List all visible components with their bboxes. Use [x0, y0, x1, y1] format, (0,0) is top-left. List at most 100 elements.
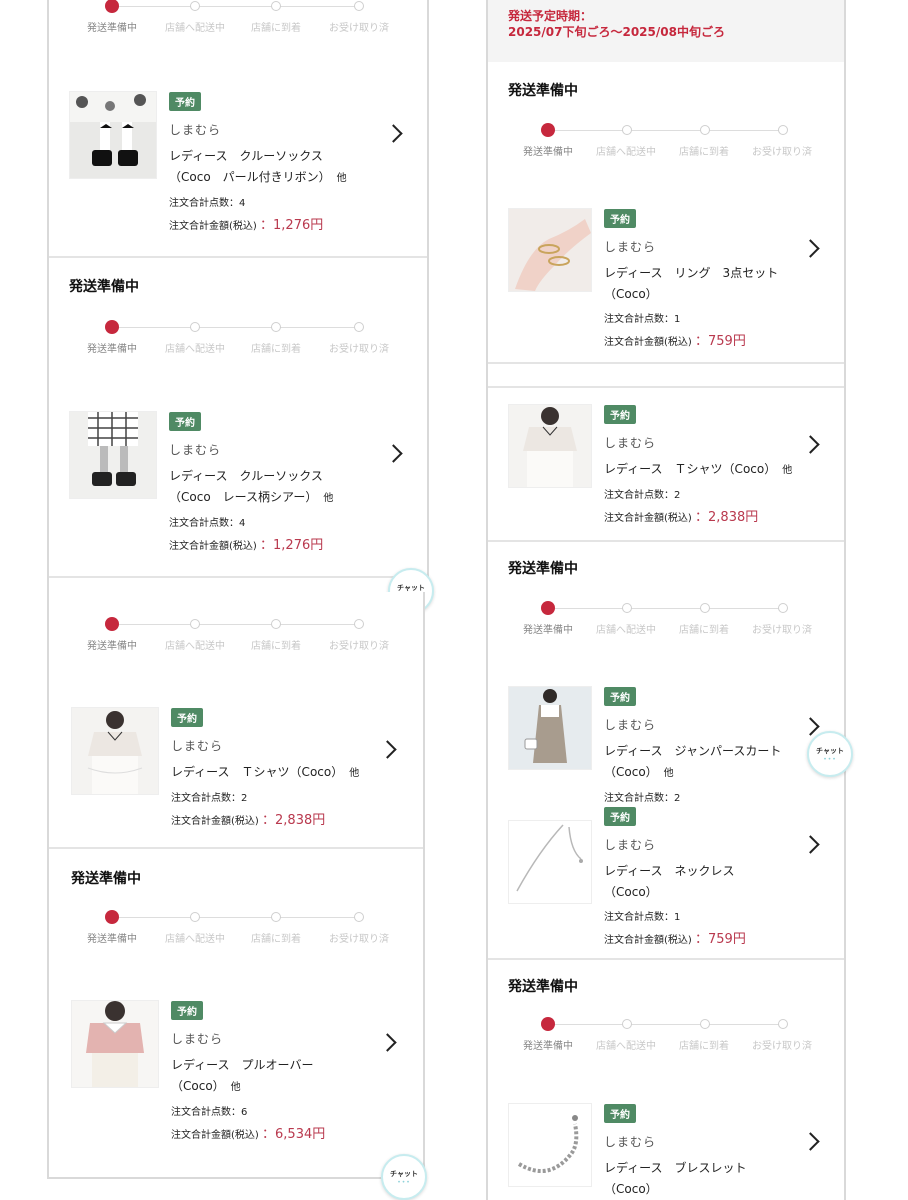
step-dot — [354, 322, 364, 332]
order-meta: 注文合計点数：6 注文合計金額(税込) ：6,534円 — [171, 1107, 326, 1142]
order-item[interactable]: 予約 しまむら レディース Ｔシャツ（Coco）他 注文合計点数：2 注文合計金… — [508, 404, 828, 529]
step-dot — [354, 1, 364, 11]
order-meta: 注文合計点数：2 注文合計金額(税込) ：2,838円 — [171, 793, 326, 828]
step-label: 発送準備中 — [87, 23, 137, 34]
item-count: 1 — [674, 314, 681, 325]
product-name: レディース ジャンパースカート （Coco）他 — [604, 744, 782, 779]
step-label: 店舗へ配送中 — [596, 625, 656, 636]
status-tracker: 発送準備中 店舗へ配送中 店舗に到着 お受け取り済 — [69, 908, 399, 948]
step-dot-active — [541, 123, 555, 137]
shop-name: しまむら — [604, 838, 657, 852]
order-item[interactable]: 予約 しまむら レディース Ｔシャツ（Coco）他 注文合計点数：2 注文合計金… — [71, 707, 411, 847]
step-label: お受け取り済 — [329, 23, 389, 34]
step-label: 店舗へ配送中 — [596, 1041, 656, 1052]
chat-button[interactable]: チャット ••• — [381, 1154, 427, 1200]
status-title: 発送準備中 — [508, 979, 578, 995]
shop-name: しまむら — [169, 123, 222, 137]
product-image-socks-lace — [69, 411, 157, 499]
step-dot — [700, 125, 710, 135]
step-label: 店舗に到着 — [251, 344, 301, 355]
step-label: 店舗に到着 — [679, 147, 729, 158]
item-count: 1 — [674, 912, 681, 923]
shop-name: しまむら — [604, 718, 657, 732]
order-item[interactable]: 予約 しまむら レディース プルオーバー （Coco）他 注文合計点数：6 注文合… — [71, 1000, 411, 1160]
step-label: 発送準備中 — [523, 625, 573, 636]
status-tracker: 発送準備中 店舗へ配送中 店舗に到着 お受け取り済 — [508, 1015, 828, 1055]
shop-name: しまむら — [604, 436, 657, 450]
step-label: 店舗に到着 — [251, 934, 301, 945]
total-amount: ：759円 — [695, 334, 746, 349]
step-label: 店舗へ配送中 — [165, 641, 225, 652]
step-dot — [271, 912, 281, 922]
step-dot-active — [105, 0, 119, 13]
product-name: レディース ブレスレット （Coco） — [604, 1161, 747, 1196]
status-tracker: 発送準備中 店舗へ配送中 店舗に到着 お受け取り済 — [508, 121, 828, 161]
step-label: お受け取り済 — [752, 147, 812, 158]
step-dot-active — [105, 910, 119, 924]
order-meta: 注文合計点数：2 注文合計金額(税込) ：2,838円 — [604, 490, 759, 525]
step-dot-active — [541, 601, 555, 615]
order-item[interactable]: 予約 しまむら レディース ネックレス （Coco） 注文合計点数：1 注文合計金… — [508, 806, 828, 947]
step-label: 店舗へ配送中 — [165, 934, 225, 945]
step-dot — [190, 322, 200, 332]
reservation-badge: 予約 — [604, 405, 636, 424]
status-tracker: 発送準備中 店舗へ配送中 店舗に到着 お受け取り済 — [69, 615, 399, 655]
step-label: 発送準備中 — [87, 934, 137, 945]
product-image-ring — [508, 208, 592, 292]
status-title: 発送準備中 — [69, 279, 139, 295]
step-dot — [271, 322, 281, 332]
shop-name: しまむら — [604, 1135, 657, 1149]
item-count: 2 — [674, 490, 681, 501]
step-label: 発送準備中 — [523, 1041, 573, 1052]
order-item[interactable]: 予約 しまむら レディース ジャンパースカート （Coco）他 注文合計点数：2 — [508, 686, 828, 804]
reservation-badge: 予約 — [171, 708, 203, 727]
step-label: お受け取り済 — [752, 1041, 812, 1052]
step-dot — [778, 125, 788, 135]
step-label: お受け取り済 — [329, 641, 389, 652]
step-dot — [778, 603, 788, 613]
order-item[interactable]: 予約 しまむら レディース ブレスレット （Coco） — [508, 1103, 828, 1200]
shop-name: しまむら — [169, 443, 222, 457]
status-tracker: 発送準備中 店舗へ配送中 店舗に到着 お受け取り済 — [69, 318, 399, 358]
product-name: レディース クルーソックス （Coco レース柄シアー）他 — [169, 469, 334, 504]
total-amount: ：1,276円 — [260, 538, 324, 553]
step-label: お受け取り済 — [329, 934, 389, 945]
total-amount: ：759円 — [695, 932, 746, 947]
product-name: レディース リング 3点セット （Coco） — [604, 266, 779, 301]
product-name: レディース Ｔシャツ（Coco）他 — [171, 765, 360, 779]
step-dot — [622, 125, 632, 135]
shop-name: しまむら — [171, 739, 224, 753]
step-label: お受け取り済 — [752, 625, 812, 636]
step-dot — [778, 1019, 788, 1029]
order-meta: 注文合計点数：1 注文合計金額(税込) ：759円 — [604, 912, 746, 947]
step-dot — [271, 619, 281, 629]
order-list-panel-left-bottom: 発送準備中 店舗へ配送中 店舗に到着 お受け取り済 予約 しまむら レディース … — [47, 592, 425, 1179]
order-item[interactable]: 予約 しまむら レディース クルーソックス （Coco パール付きリボン）他 注文… — [69, 91, 409, 251]
reservation-badge: 予約 — [169, 92, 201, 111]
product-name: レディース Ｔシャツ（Coco）他 — [604, 462, 793, 476]
step-label: 店舗に到着 — [679, 625, 729, 636]
step-label: 発送準備中 — [523, 147, 573, 158]
step-dot — [354, 619, 364, 629]
product-name: レディース プルオーバー （Coco）他 — [171, 1058, 314, 1093]
total-amount: ：1,276円 — [260, 218, 324, 233]
step-dot — [190, 912, 200, 922]
item-count: 2 — [674, 793, 681, 804]
product-image-socks-ribbon — [69, 91, 157, 179]
product-image-bracelet — [508, 1103, 592, 1187]
step-label: 店舗に到着 — [251, 641, 301, 652]
item-count: 4 — [239, 198, 246, 209]
order-item[interactable]: 予約 しまむら レディース リング 3点セット （Coco） 注文合計点数：1 注… — [508, 208, 828, 349]
product-name: レディース ネックレス （Coco） — [604, 864, 735, 899]
chat-button[interactable]: チャット ••• — [807, 731, 853, 777]
reservation-badge: 予約 — [169, 412, 201, 431]
product-name: レディース クルーソックス （Coco パール付きリボン）他 — [169, 149, 347, 184]
step-dot-active — [105, 320, 119, 334]
item-count: 6 — [241, 1107, 248, 1118]
status-title: 発送準備中 — [508, 83, 578, 99]
order-item[interactable]: 予約 しまむら レディース クルーソックス （Coco レース柄シアー）他 注文合… — [69, 411, 409, 571]
item-count: 4 — [239, 518, 246, 529]
step-dot — [622, 603, 632, 613]
step-label: 発送準備中 — [87, 641, 137, 652]
total-amount: ：6,534円 — [262, 1127, 326, 1142]
